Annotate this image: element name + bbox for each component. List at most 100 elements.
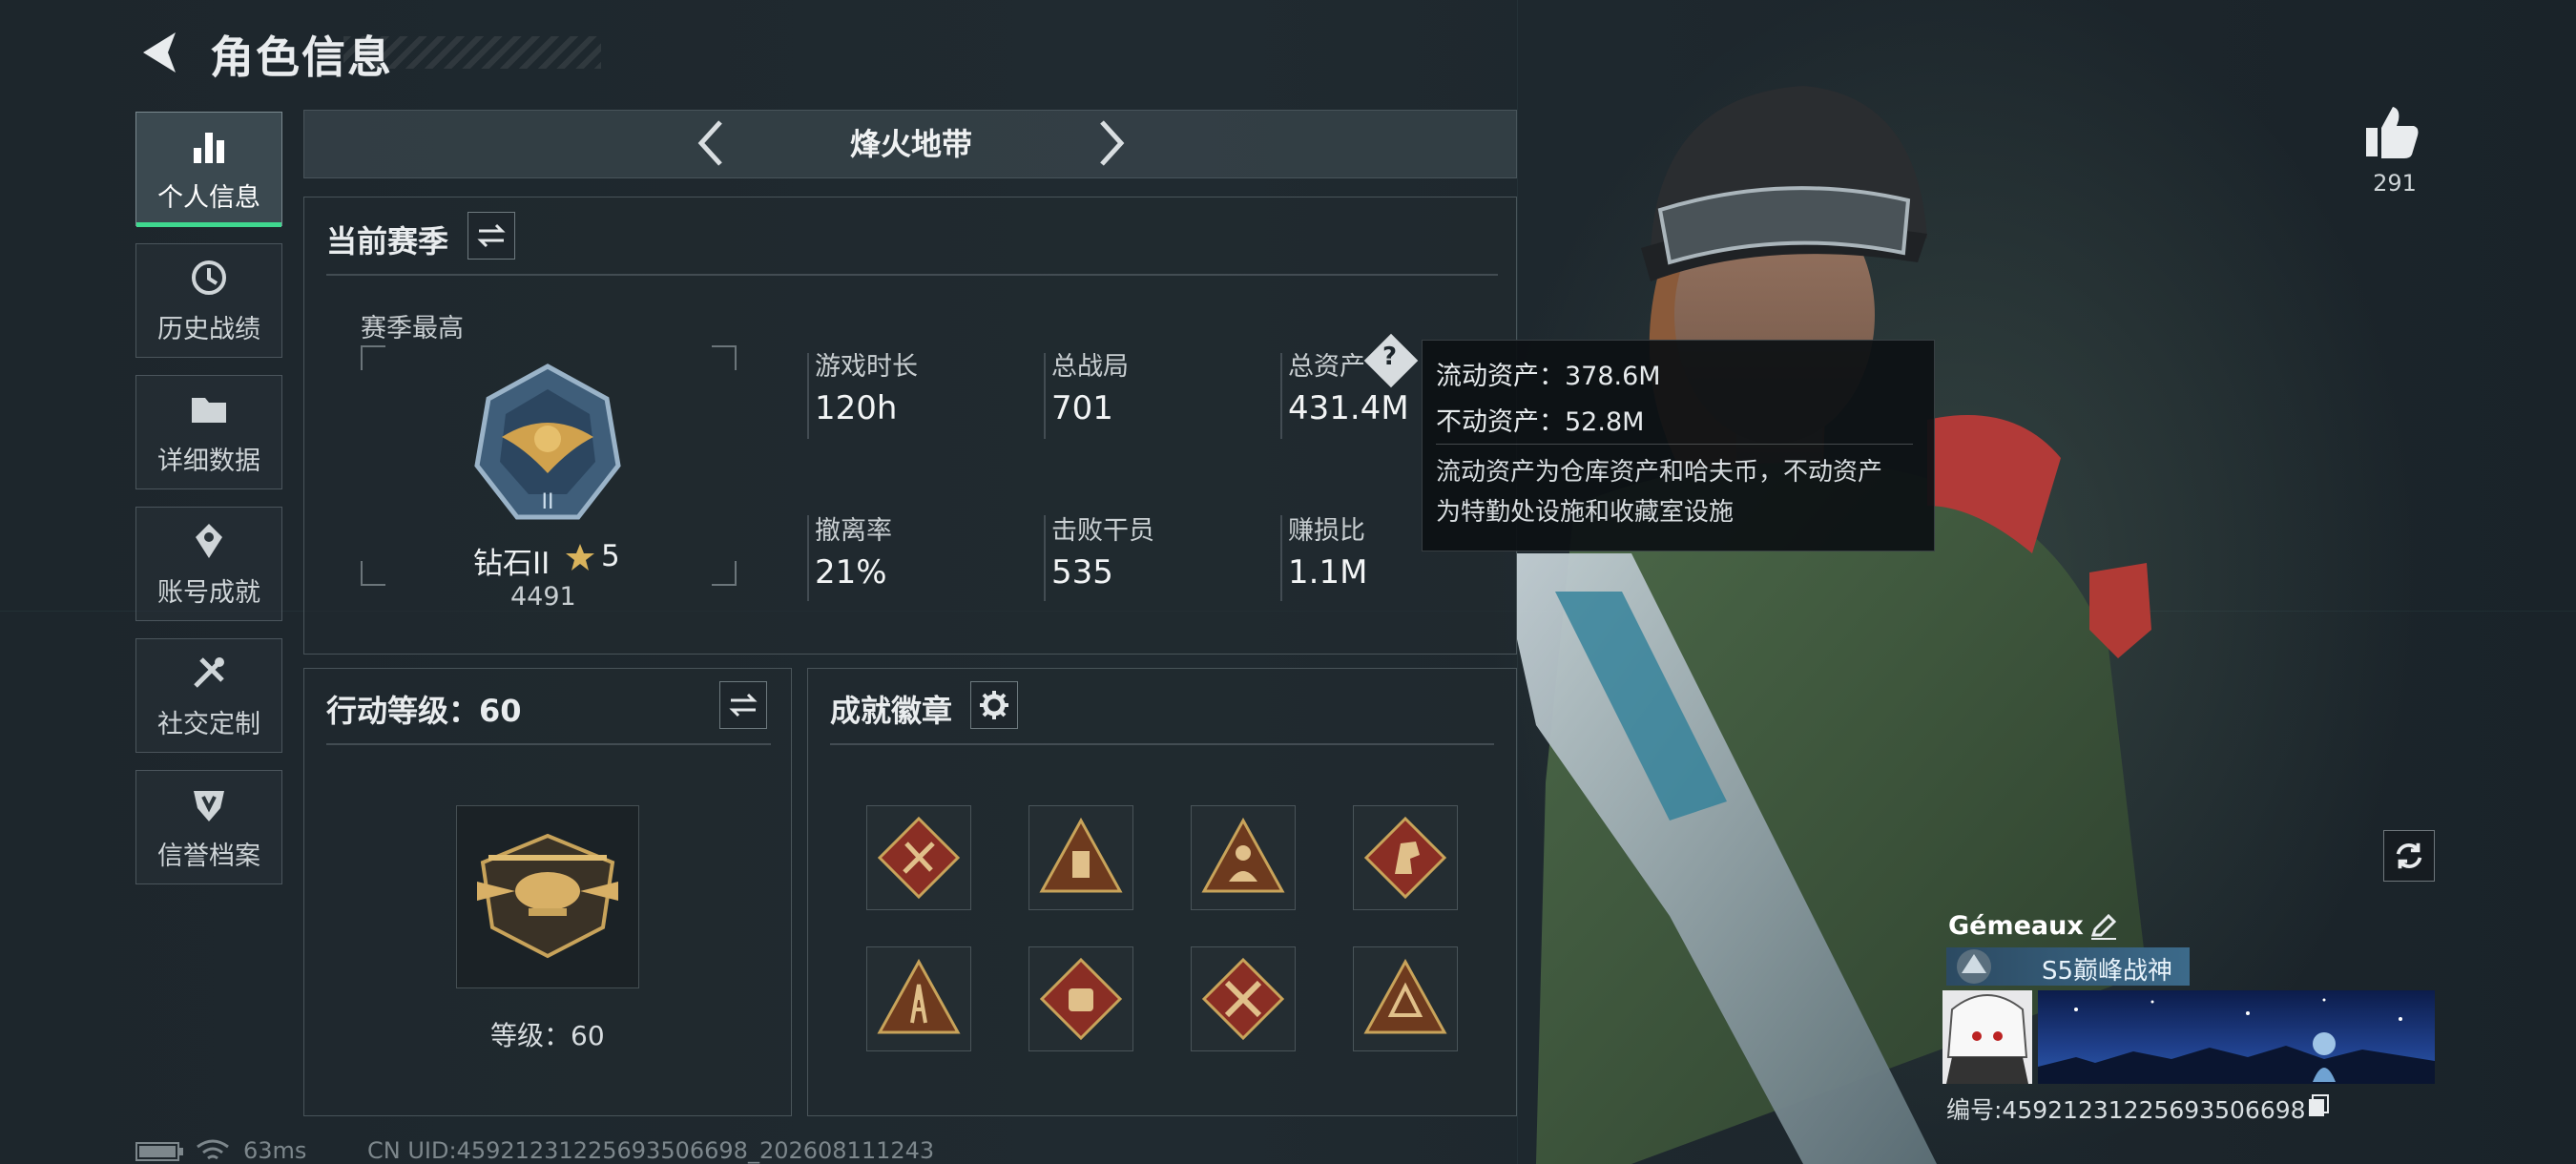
badge-triangle-emblem-icon [1363,958,1447,1034]
badge-triangle-cup-icon [1039,817,1123,893]
action-level-title: 行动等级：60 [326,693,522,729]
battery-icon [135,1142,183,1161]
tooltip-liquid-assets: 流动资产：378.6M [1436,362,1661,391]
stat-label: 总资产 [1288,352,1365,382]
achievement-badge[interactable] [1191,946,1296,1051]
achievement-badge[interactable] [1191,805,1296,910]
stat-value: 431.4M [1288,389,1409,427]
divider [1044,353,1046,439]
sidebar-item-history[interactable]: 历史战绩 [135,243,282,358]
badge-diamond-horse-icon [1363,816,1447,900]
season-title: 当前赛季 [326,223,449,260]
sidebar-item-social[interactable]: 社交定制 [135,638,282,753]
sidebar-item-details[interactable]: 详细数据 [135,375,282,489]
copy-icon[interactable] [2307,1093,2330,1118]
achievement-icon [196,523,222,558]
history-clock-icon [192,260,226,295]
chevron-right-icon[interactable] [1092,116,1131,170]
achievement-title: 成就徽章 [830,693,953,729]
achievement-settings-button[interactable] [970,681,1018,729]
rank-score: 4491 [510,582,576,612]
badge-diamond-tools-icon [877,816,961,900]
back-arrow-icon[interactable] [134,27,185,78]
stat-label: 击败干员 [1051,516,1154,546]
credit-shield-icon [194,790,224,821]
refresh-button[interactable] [2383,830,2435,882]
rank-stars: 5 [601,539,620,573]
sidebar-item-personal-info[interactable]: 个人信息 [135,112,282,227]
sidebar-item-achievements[interactable]: 账号成就 [135,507,282,621]
mode-title: 烽火地带 [849,126,972,162]
stat-value: 701 [1051,389,1113,427]
season-switch-button[interactable] [467,212,515,260]
edit-icon[interactable] [2089,912,2118,941]
gear-icon [980,691,1008,719]
achievement-badge[interactable] [866,946,971,1051]
divider [326,274,1498,276]
frame-corner [361,561,385,586]
swap-icon [477,223,506,248]
tooltip-fixed-assets: 不动资产：52.8M [1436,407,1645,437]
sidebar-item-label: 历史战绩 [157,314,260,344]
action-level-switch-button[interactable] [719,681,767,729]
achievement-badge[interactable] [1353,946,1458,1051]
rank-tag-text: S5巅峰战神 [2042,957,2173,986]
svg-text:II: II [542,490,554,514]
avatar-image [1946,994,2028,1084]
season-best-label: 赛季最高 [361,314,464,343]
level-text: 等级：60 [490,1020,605,1051]
divider [1436,444,1913,445]
badge-triangle-figure-icon [1201,817,1285,893]
divider [1280,353,1282,439]
tooltip-description-line2: 为特勤处设施和收藏室设施 [1436,498,1735,527]
divider [807,353,809,439]
bar-chart-icon [194,132,224,163]
network-ping: 63ms [243,1137,307,1164]
footer-uid: CN UID:45921231225693506698_202608111243 [367,1137,935,1164]
divider [1280,515,1282,601]
badge-diamond-fist-icon [1039,957,1123,1041]
badge-triangle-ladder-icon [877,958,961,1034]
avatar[interactable] [1942,990,2032,1084]
player-name: Gémeaux [1948,911,2084,941]
thumbs-up-icon[interactable] [2362,103,2421,162]
help-icon-glyph: ? [1382,343,1398,371]
achievement-badge[interactable] [1353,805,1458,910]
stat-value: 21% [815,553,887,592]
rank-tag-emblem-icon [1957,949,1991,984]
stat-label: 撤离率 [815,516,892,546]
sidebar-item-label: 账号成就 [157,577,260,608]
sidebar-item-label: 信誉档案 [157,841,260,871]
divider [807,515,809,601]
stat-value: 1.1M [1288,553,1368,592]
folder-icon [192,397,226,423]
achievement-badge[interactable] [866,805,971,910]
sidebar-item-label: 个人信息 [157,182,260,213]
stat-label: 赚损比 [1288,516,1365,546]
like-count: 291 [2373,170,2417,197]
achievement-badge[interactable] [1028,946,1133,1051]
star-icon [566,544,594,571]
helicopter-emblem-icon [477,833,618,959]
frame-corner [712,561,737,586]
sidebar-item-label: 详细数据 [157,446,260,476]
rank-name: 钻石II [473,547,551,581]
profile-banner [2038,990,2435,1084]
achievement-badge[interactable] [1028,805,1133,910]
sidebar-item-label: 社交定制 [157,709,260,739]
tools-icon [194,656,224,688]
divider [1044,515,1046,601]
refresh-icon [2396,842,2422,869]
banner-night-sky-image [2038,998,2435,1084]
sidebar-item-credit[interactable]: 信誉档案 [135,770,282,884]
stat-value: 120h [815,389,898,427]
divider [830,743,1494,745]
chevron-left-icon[interactable] [692,116,730,170]
badge-diamond-cross-icon [1201,957,1285,1041]
frame-corner [361,345,385,370]
frame-corner [712,345,737,370]
divider [326,743,771,745]
swap-icon [729,693,758,717]
stat-value: 535 [1051,553,1113,592]
title-decoration [343,36,601,69]
